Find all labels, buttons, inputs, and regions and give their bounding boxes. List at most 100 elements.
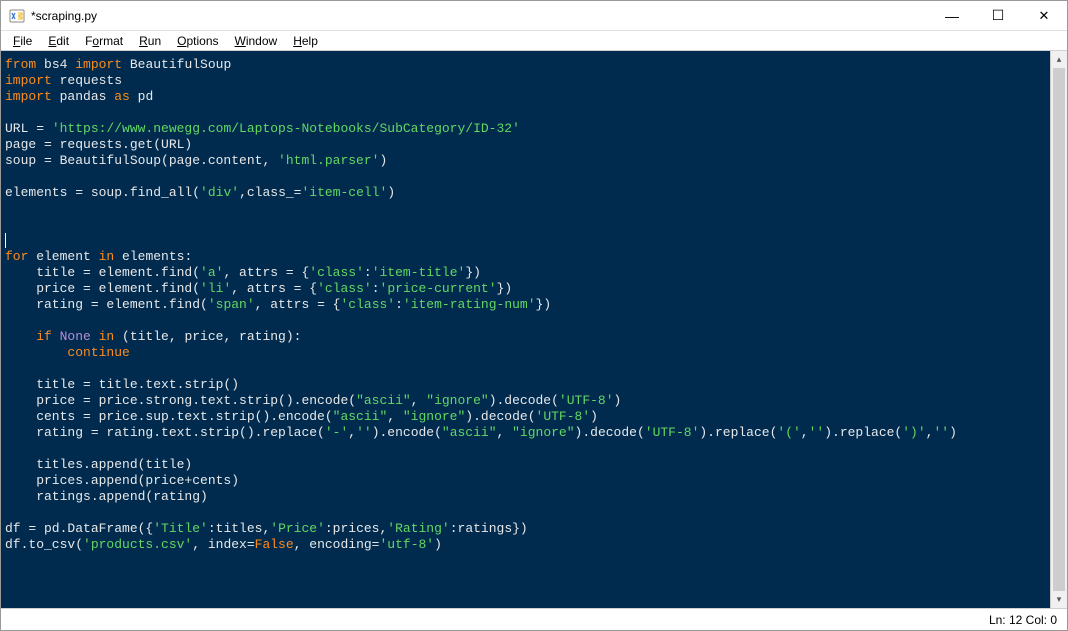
- code-token: 'span': [208, 297, 255, 312]
- code-token: 'class': [317, 281, 372, 296]
- menu-format[interactable]: Format: [77, 33, 131, 49]
- blank-line: [5, 169, 1046, 185]
- code-token: pandas: [52, 89, 114, 104]
- code-token: 'Rating': [387, 521, 449, 536]
- menu-help[interactable]: Help: [285, 33, 326, 49]
- code-token: ,class_=: [239, 185, 301, 200]
- code-token: ,: [387, 409, 403, 424]
- vertical-scrollbar[interactable]: ▴ ▾: [1050, 51, 1067, 608]
- code-token: 'products.csv': [83, 537, 192, 552]
- code-token: requests: [52, 73, 122, 88]
- editor-area: from bs4 import BeautifulSoup import req…: [1, 51, 1067, 608]
- menu-edit-rest: dit: [56, 34, 69, 48]
- code-token: ).decode(: [489, 393, 559, 408]
- code-token: cents = price.sup.text.strip().encode(: [5, 409, 333, 424]
- code-token: title = title.text.strip(): [5, 377, 239, 392]
- code-token: ): [434, 537, 442, 552]
- scroll-up-arrow[interactable]: ▴: [1051, 51, 1067, 68]
- menu-run-rest: un: [148, 34, 161, 48]
- text-cursor: [5, 233, 6, 248]
- menubar: File Edit Format Run Options Window Help: [1, 31, 1067, 51]
- code-token: if: [5, 329, 52, 344]
- code-token: df.to_csv(: [5, 537, 83, 552]
- scroll-thumb[interactable]: [1053, 68, 1065, 591]
- code-token: 'item-title': [372, 265, 466, 280]
- code-token: 'UTF-8': [536, 409, 591, 424]
- code-token: '(': [777, 425, 800, 440]
- code-token: from: [5, 57, 36, 72]
- code-token: 'UTF-8': [645, 425, 700, 440]
- menu-file-rest: ile: [20, 34, 32, 48]
- code-token: 'utf-8': [380, 537, 435, 552]
- blank-line: [5, 361, 1046, 377]
- statusbar: Ln: 12 Col: 0: [1, 608, 1067, 630]
- code-token: for: [5, 249, 28, 264]
- code-token: (title, price, rating):: [114, 329, 301, 344]
- menu-options-rest: ptions: [186, 34, 218, 48]
- window-title: *scraping.py: [31, 9, 105, 23]
- code-token: 'item-cell': [301, 185, 387, 200]
- code-token: in: [99, 249, 115, 264]
- code-token: "ascii": [333, 409, 388, 424]
- code-token: 'Price': [270, 521, 325, 536]
- code-token: ,: [497, 425, 513, 440]
- code-token: element: [28, 249, 98, 264]
- code-token: title = element.find(: [5, 265, 200, 280]
- minimize-button[interactable]: —: [929, 1, 975, 30]
- code-token: "ignore": [426, 393, 488, 408]
- code-token: , encoding=: [294, 537, 380, 552]
- menu-edit[interactable]: Edit: [40, 33, 77, 49]
- blank-line: [5, 313, 1046, 329]
- code-token: , attrs = {: [231, 281, 317, 296]
- code-token: 'li': [200, 281, 231, 296]
- code-token: URL =: [5, 121, 52, 136]
- code-token: prices.append(price+cents): [5, 473, 239, 488]
- code-token: ).encode(: [372, 425, 442, 440]
- scroll-track[interactable]: [1051, 68, 1067, 591]
- code-token: soup = BeautifulSoup(page.content,: [5, 153, 278, 168]
- blank-line: [5, 505, 1046, 521]
- code-token: continue: [5, 345, 130, 360]
- menu-window[interactable]: Window: [227, 33, 286, 49]
- code-token: pd: [130, 89, 153, 104]
- code-token: ): [590, 409, 598, 424]
- menu-file[interactable]: File: [5, 33, 40, 49]
- code-token: elements = soup.find_all(: [5, 185, 200, 200]
- code-token: :: [364, 265, 372, 280]
- code-token: BeautifulSoup: [122, 57, 231, 72]
- window-controls: — ☐ ✕: [929, 1, 1067, 30]
- code-token: ): [949, 425, 957, 440]
- titlebar[interactable]: *scraping.py — ☐ ✕: [1, 1, 1067, 31]
- code-token: import: [5, 73, 52, 88]
- maximize-button[interactable]: ☐: [975, 1, 1021, 30]
- code-token: }): [465, 265, 481, 280]
- code-token: ,: [411, 393, 427, 408]
- code-token: rating = rating.text.strip().replace(: [5, 425, 325, 440]
- code-token: 'UTF-8': [559, 393, 614, 408]
- code-token: , attrs = {: [223, 265, 309, 280]
- code-token: ).decode(: [575, 425, 645, 440]
- code-editor[interactable]: from bs4 import BeautifulSoup import req…: [1, 51, 1050, 608]
- code-token: }): [497, 281, 513, 296]
- code-token: False: [255, 537, 294, 552]
- blank-line: [5, 441, 1046, 457]
- code-token: ): [614, 393, 622, 408]
- code-token: "ignore": [512, 425, 574, 440]
- code-token: :prices,: [325, 521, 387, 536]
- blank-line: [5, 105, 1046, 121]
- code-token: page = requests.get(URL): [5, 137, 192, 152]
- scroll-down-arrow[interactable]: ▾: [1051, 591, 1067, 608]
- close-button[interactable]: ✕: [1021, 1, 1067, 30]
- menu-options[interactable]: Options: [169, 33, 226, 49]
- code-token: ')': [902, 425, 925, 440]
- code-token: df = pd.DataFrame({: [5, 521, 153, 536]
- code-token: "ascii": [356, 393, 411, 408]
- code-token: '-': [325, 425, 348, 440]
- cursor-position: Ln: 12 Col: 0: [989, 613, 1057, 627]
- code-token: 'html.parser': [278, 153, 379, 168]
- code-token: ).replace(: [824, 425, 902, 440]
- code-token: :titles,: [208, 521, 270, 536]
- code-token: ,: [801, 425, 809, 440]
- menu-window-rest: indow: [246, 34, 277, 48]
- menu-run[interactable]: Run: [131, 33, 169, 49]
